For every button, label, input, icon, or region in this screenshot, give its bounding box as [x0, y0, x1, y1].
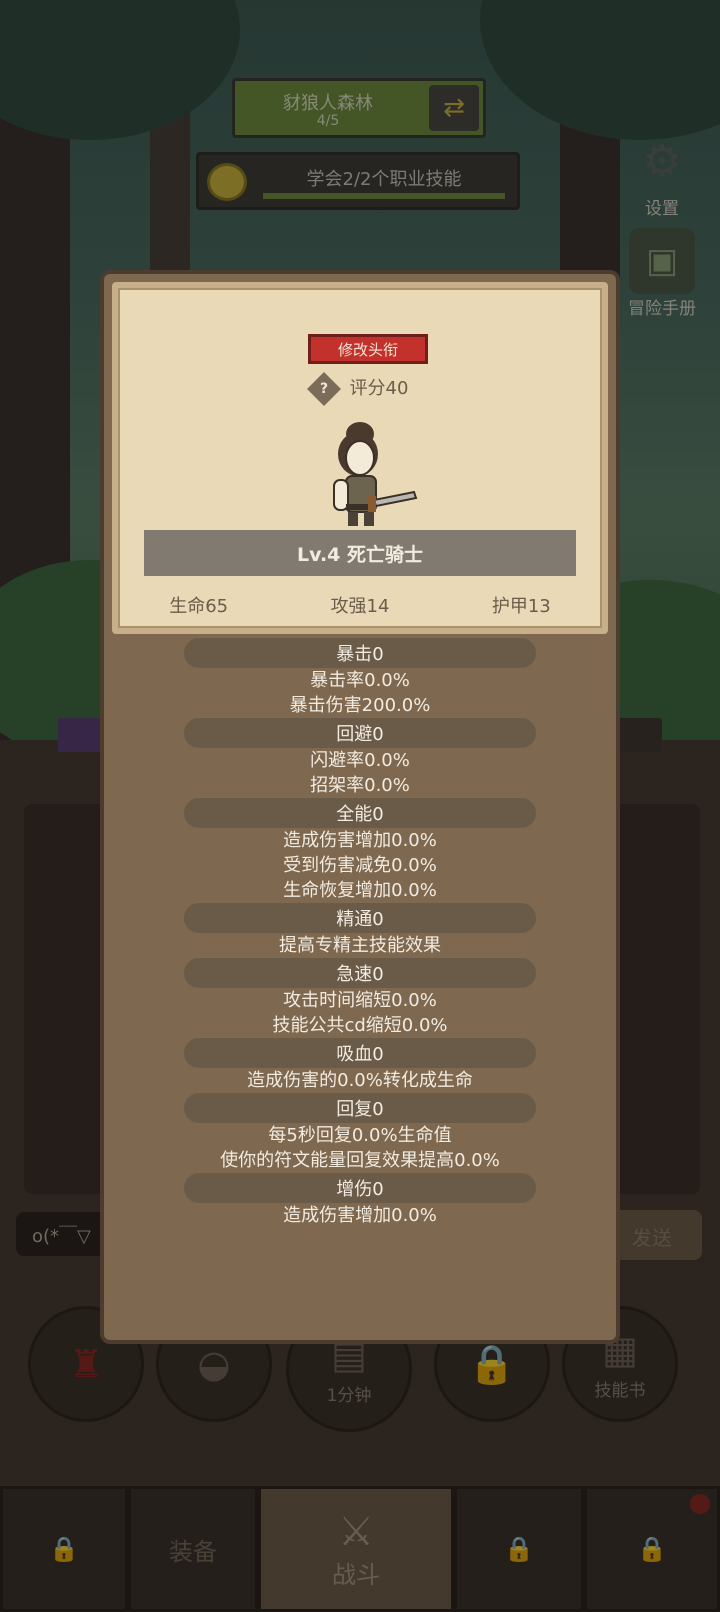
attribute-detail: 受到伤害减免0.0% — [283, 855, 437, 876]
character-card: 修改头衔 ? 评分40 Lv.4 死亡骑士 生命65 攻强14 护甲13 — [112, 282, 608, 634]
skillbook-label: 技能书 — [594, 1380, 646, 1401]
attribute-header: 暴击0 — [184, 638, 536, 668]
settings-label: 设置 — [645, 199, 679, 219]
attribute-header: 增伤0 — [184, 1173, 536, 1203]
stat-attack-power: 攻强14 — [330, 596, 390, 617]
tree-foliage — [480, 0, 720, 140]
character-name-bar: Lv.4 死亡骑士 — [144, 530, 576, 576]
base-stats-row: 生命65 攻强14 护甲13 — [118, 592, 602, 618]
location-progress: 4/5 — [316, 113, 340, 129]
attribute-header: 急速0 — [184, 958, 536, 988]
attribute-header: 回复0 — [184, 1093, 536, 1123]
settings-button[interactable]: ⚙ 设置 — [616, 128, 708, 220]
tab-equipment-label: 装备 — [169, 1537, 217, 1566]
gear-icon: ⚙ — [642, 135, 682, 187]
rename-title-button[interactable]: 修改头衔 — [308, 334, 428, 364]
attribute-detail: 暴击率0.0% — [310, 670, 410, 691]
help-icon[interactable]: ? — [306, 372, 341, 406]
task-progress-bar — [263, 193, 505, 199]
lock-icon: 🔒 — [637, 1535, 667, 1563]
stat-hp: 生命65 — [169, 596, 229, 617]
attribute-detail: 造成伤害增加0.0% — [283, 830, 437, 851]
switch-map-icon[interactable]: ⇄ — [429, 85, 479, 131]
lock-icon: 🔒 — [468, 1341, 516, 1386]
score-row: ? 评分40 — [118, 372, 602, 406]
tab-battle-label: 战斗 — [332, 1560, 380, 1589]
tab-locked-1[interactable]: 🔒 — [0, 1486, 128, 1612]
crossed-swords-icon: ⚔ — [338, 1508, 374, 1555]
score-text: 评分40 — [349, 378, 409, 399]
attribute-detail: 使你的符文能量回复效果提高0.0% — [220, 1150, 500, 1171]
attribute-header: 吸血0 — [184, 1038, 536, 1068]
stat-armor: 护甲13 — [491, 596, 551, 617]
attribute-detail: 造成伤害增加0.0% — [283, 1205, 437, 1226]
task-text: 学会2/2个职业技能 — [306, 169, 462, 190]
character-avatar — [333, 422, 418, 526]
task-coin-icon — [207, 163, 247, 201]
chest-timer: 1分钟 — [326, 1385, 372, 1406]
book-icon: ▣ — [629, 228, 695, 294]
tree-foliage — [0, 0, 240, 140]
bread-icon: ◒ — [197, 1342, 231, 1386]
alert-badge-icon — [690, 1494, 710, 1514]
location-name: 豺狼人森林 — [283, 93, 373, 114]
attribute-detail: 招架率0.0% — [310, 775, 410, 796]
potion-icon: ♜ — [68, 1342, 104, 1386]
attribute-detail: 闪避率0.0% — [310, 750, 410, 771]
location-bar[interactable]: 豺狼人森林 4/5 ⇄ — [232, 78, 486, 138]
attribute-detail: 攻击时间缩短0.0% — [283, 990, 437, 1011]
handbook-button[interactable]: ▣ 冒险手册 — [608, 228, 716, 319]
attribute-detail: 造成伤害的0.0%转化成生命 — [247, 1070, 473, 1091]
tab-battle[interactable]: ⚔ 战斗 — [258, 1486, 454, 1612]
attribute-detail: 技能公共cd缩短0.0% — [272, 1015, 448, 1036]
attribute-detail: 生命恢复增加0.0% — [283, 880, 437, 901]
lock-icon: 🔒 — [49, 1535, 79, 1563]
attribute-header: 全能0 — [184, 798, 536, 828]
attribute-detail: 每5秒回复0.0%生命值 — [268, 1125, 452, 1146]
tab-locked-2[interactable]: 🔒 — [454, 1486, 584, 1612]
tab-equipment[interactable]: 装备 — [128, 1486, 258, 1612]
attribute-header: 精通0 — [184, 903, 536, 933]
handbook-label: 冒险手册 — [628, 299, 696, 319]
attribute-detail: 暴击伤害200.0% — [289, 695, 431, 716]
attribute-detail: 提高专精主技能效果 — [279, 935, 441, 956]
task-bar[interactable]: 学会2/2个职业技能 — [196, 152, 520, 210]
attribute-list: 暴击0 暴击率0.0% 暴击伤害200.0% 回避0 闪避率0.0% 招架率0.0% 全能0… — [104, 638, 616, 1228]
lock-icon: 🔒 — [504, 1535, 534, 1563]
attribute-header: 回避0 — [184, 718, 536, 748]
character-stats-dialog: 修改头衔 ? 评分40 Lv.4 死亡骑士 生命65 攻强14 护甲13 暴击0 暴… — [100, 270, 620, 1344]
